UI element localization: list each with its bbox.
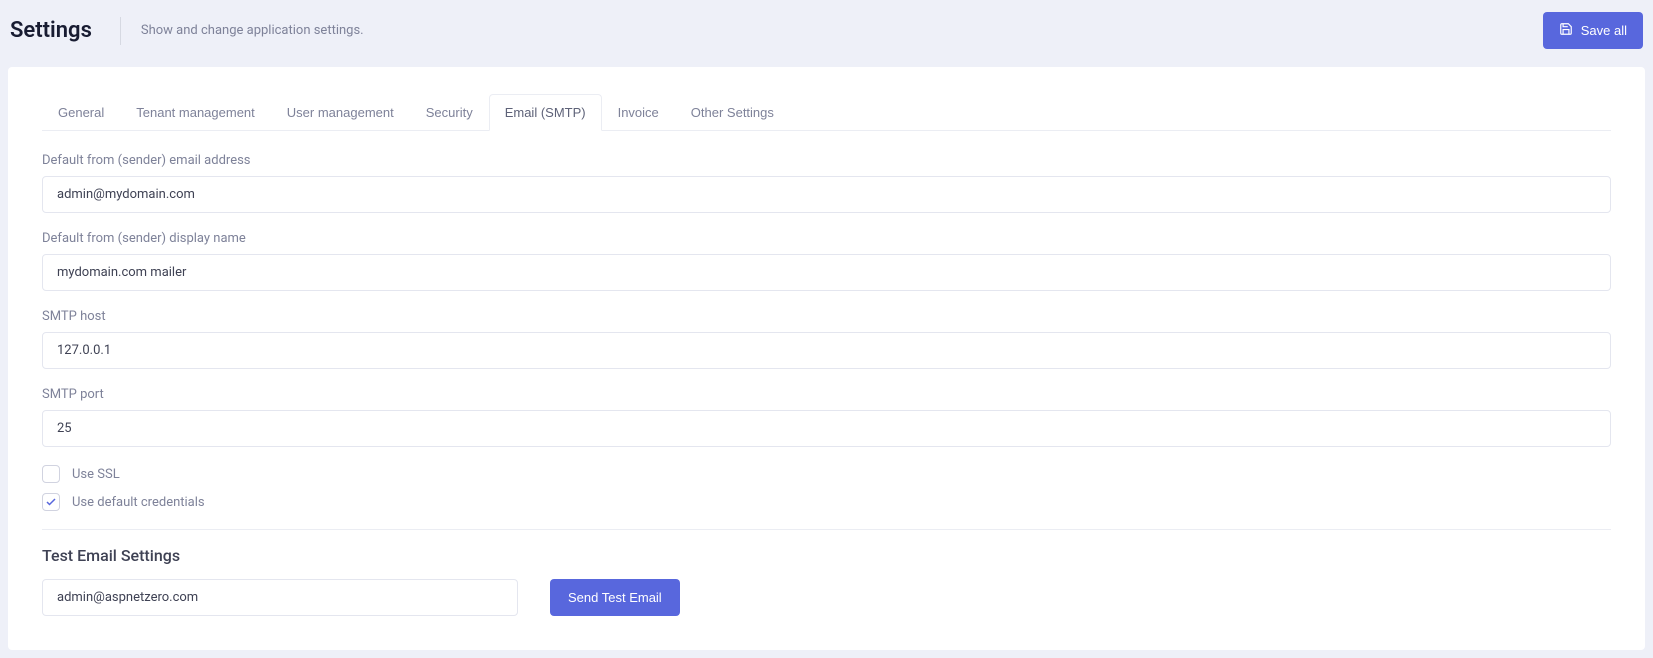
- tabs: General Tenant management User managemen…: [42, 93, 1611, 131]
- settings-card: General Tenant management User managemen…: [8, 67, 1645, 650]
- test-email-row: Send Test Email: [42, 579, 1611, 616]
- tab-tenant-management[interactable]: Tenant management: [120, 94, 271, 131]
- smtp-host-label: SMTP host: [42, 309, 1611, 324]
- from-email-input[interactable]: [42, 176, 1611, 213]
- test-email-title: Test Email Settings: [42, 546, 1611, 565]
- divider: [42, 529, 1611, 530]
- header-left: Settings Show and change application set…: [10, 17, 364, 45]
- smtp-host-input[interactable]: [42, 332, 1611, 369]
- from-name-group: Default from (sender) display name: [42, 231, 1611, 291]
- test-email-input[interactable]: [42, 579, 518, 616]
- smtp-port-label: SMTP port: [42, 387, 1611, 402]
- page-subtitle: Show and change application settings.: [121, 23, 364, 38]
- from-name-label: Default from (sender) display name: [42, 231, 1611, 246]
- use-default-creds-label: Use default credentials: [72, 495, 205, 510]
- use-default-creds-row: Use default credentials: [42, 493, 1611, 511]
- tab-general[interactable]: General: [42, 94, 120, 131]
- smtp-host-group: SMTP host: [42, 309, 1611, 369]
- tab-other-settings[interactable]: Other Settings: [675, 94, 790, 131]
- from-email-group: Default from (sender) email address: [42, 153, 1611, 213]
- tab-invoice[interactable]: Invoice: [602, 94, 675, 131]
- smtp-port-group: SMTP port: [42, 387, 1611, 447]
- smtp-port-input[interactable]: [42, 410, 1611, 447]
- tab-security[interactable]: Security: [410, 94, 489, 131]
- use-ssl-row: Use SSL: [42, 465, 1611, 483]
- use-ssl-checkbox[interactable]: [42, 465, 60, 483]
- send-test-email-button[interactable]: Send Test Email: [550, 579, 680, 616]
- tab-user-management[interactable]: User management: [271, 94, 410, 131]
- tab-email-smtp[interactable]: Email (SMTP): [489, 94, 602, 131]
- page-header: Settings Show and change application set…: [0, 0, 1653, 67]
- use-default-creds-checkbox[interactable]: [42, 493, 60, 511]
- save-all-label: Save all: [1581, 23, 1627, 38]
- from-name-input[interactable]: [42, 254, 1611, 291]
- page-title: Settings: [10, 17, 121, 45]
- from-email-label: Default from (sender) email address: [42, 153, 1611, 168]
- save-icon: [1559, 22, 1573, 39]
- save-all-button[interactable]: Save all: [1543, 12, 1643, 49]
- use-ssl-label: Use SSL: [72, 467, 120, 482]
